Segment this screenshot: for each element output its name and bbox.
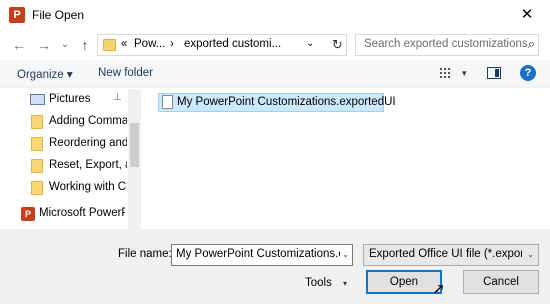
pictures-icon bbox=[30, 94, 45, 105]
folder-icon bbox=[31, 115, 43, 129]
tools-dropdown-icon: ▾ bbox=[343, 279, 348, 288]
navigation-scrollbar[interactable] bbox=[128, 89, 141, 229]
cancel-button[interactable]: Cancel bbox=[463, 270, 539, 294]
file-name-dropdown[interactable]: ⌄ bbox=[342, 250, 349, 259]
address-bar[interactable]: « Pow... › exported customi... ⌄ bbox=[97, 34, 347, 56]
file-name: My PowerPoint Customizations.exportedUI bbox=[177, 96, 396, 108]
sidebar-item-folder[interactable]: Reset, Export, an bbox=[0, 155, 128, 177]
file-name-label: File name: bbox=[118, 248, 172, 260]
sidebar-item-label: Reset, Export, an bbox=[49, 159, 127, 171]
dialog-footer: File name: My PowerPoint Customizations.… bbox=[0, 229, 550, 304]
recent-locations-dropdown[interactable]: ⌄ bbox=[56, 36, 74, 54]
breadcrumb-overflow[interactable]: « bbox=[121, 38, 127, 50]
window-title: File Open bbox=[32, 8, 85, 22]
search-input[interactable]: Search exported customizations ⌕ bbox=[355, 34, 539, 56]
file-list: My PowerPoint Customizations.exportedUI bbox=[141, 89, 550, 229]
view-dropdown[interactable]: ▾ bbox=[462, 68, 467, 79]
mouse-cursor-icon: ➚ bbox=[432, 281, 446, 298]
open-button[interactable]: Open bbox=[366, 270, 442, 294]
search-icon[interactable]: ⌕ bbox=[528, 36, 535, 52]
breadcrumb-item[interactable]: exported customi... bbox=[184, 38, 281, 50]
document-icon bbox=[162, 95, 173, 109]
address-dropdown[interactable]: ⌄ bbox=[306, 38, 314, 49]
scrollbar-thumb[interactable] bbox=[130, 123, 139, 167]
help-icon[interactable]: ? bbox=[520, 65, 536, 81]
sidebar-item-folder[interactable]: Working with Cu bbox=[0, 177, 128, 199]
refresh-button[interactable]: ↻ bbox=[328, 34, 347, 56]
organize-button[interactable]: Organize ▾ bbox=[17, 67, 73, 81]
folder-icon bbox=[103, 39, 116, 51]
sidebar-item-label: Working with Cu bbox=[49, 181, 127, 193]
chevron-down-icon: ⌄ bbox=[527, 250, 534, 259]
folder-icon bbox=[31, 137, 43, 151]
sidebar-item-folder[interactable]: Reordering and I bbox=[0, 133, 128, 155]
breadcrumb-separator[interactable]: › bbox=[170, 38, 174, 50]
tools-button[interactable]: Tools ▾ bbox=[302, 273, 358, 295]
powerpoint-icon: P bbox=[9, 7, 25, 23]
view-options-icon[interactable] bbox=[440, 67, 454, 79]
pin-icon: ⊥ bbox=[113, 92, 122, 103]
file-name-value: My PowerPoint Customizations.exportedUI bbox=[176, 248, 340, 260]
folder-icon bbox=[31, 181, 43, 195]
breadcrumb-item[interactable]: Pow... bbox=[134, 38, 165, 50]
close-button[interactable]: ✕ bbox=[504, 0, 550, 30]
navigation-bar: ← → ⌄ ↑ « Pow... › exported customi... ⌄… bbox=[0, 30, 550, 60]
folder-icon bbox=[31, 159, 43, 173]
back-button[interactable]: ← bbox=[10, 36, 28, 54]
sidebar-item-label: Adding Comma bbox=[49, 115, 127, 127]
sidebar-item-powerpoint[interactable]: P Microsoft PowerP bbox=[0, 203, 125, 225]
sidebar-item-label: Reordering and I bbox=[49, 137, 127, 149]
sidebar-item-folder[interactable]: Adding Comma bbox=[0, 111, 128, 133]
search-placeholder: Search exported customizations bbox=[364, 38, 528, 50]
command-bar: Organize ▾ New folder ▾ ? bbox=[0, 60, 550, 88]
sidebar-item-label: Microsoft PowerP bbox=[39, 207, 125, 219]
powerpoint-icon: P bbox=[21, 207, 35, 221]
tools-label: Tools bbox=[305, 277, 332, 289]
up-folder-button[interactable]: ↑ bbox=[76, 36, 94, 54]
file-item[interactable]: My PowerPoint Customizations.exportedUI bbox=[158, 93, 396, 112]
title-bar: P File Open ✕ bbox=[0, 0, 550, 30]
navigation-pane: Pictures ⊥ Adding Comma Reordering and I… bbox=[0, 89, 141, 229]
sidebar-item-pictures[interactable]: Pictures ⊥ bbox=[0, 89, 128, 111]
new-folder-button[interactable]: New folder bbox=[98, 67, 153, 79]
file-type-value: Exported Office UI file (*.exportedUI) bbox=[369, 248, 522, 260]
preview-pane-icon[interactable] bbox=[487, 67, 501, 79]
file-type-select[interactable]: Exported Office UI file (*.exportedUI) ⌄ bbox=[363, 244, 539, 266]
forward-button[interactable]: → bbox=[35, 36, 53, 54]
file-name-field[interactable]: My PowerPoint Customizations.exportedUI … bbox=[171, 244, 353, 266]
